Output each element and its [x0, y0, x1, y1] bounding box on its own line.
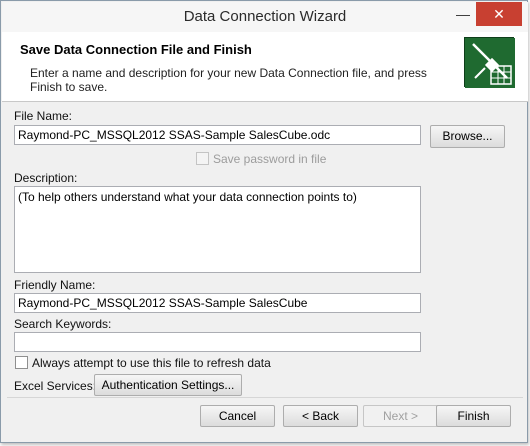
close-icon[interactable]: ✕ [476, 2, 522, 26]
data-connection-wizard-dialog: Data Connection Wizard — ✕ Save Data Con… [0, 0, 528, 443]
footer-divider [7, 397, 523, 398]
save-password-label: Save password in file [213, 152, 327, 166]
excel-services-label: Excel Services: [14, 379, 97, 393]
browse-button[interactable]: Browse... [430, 125, 505, 148]
description-label: Description: [14, 171, 78, 185]
friendly-name-label: Friendly Name: [14, 278, 96, 292]
search-keywords-input[interactable] [14, 332, 421, 352]
data-connection-wizard-icon [464, 37, 515, 88]
always-refresh-label: Always attempt to use this file to refre… [32, 356, 271, 370]
authentication-settings-button[interactable]: Authentication Settings... [94, 374, 242, 396]
title-bar: Data Connection Wizard — ✕ [2, 2, 528, 32]
back-button[interactable]: < Back [283, 405, 358, 427]
save-password-checkbox[interactable] [196, 152, 209, 165]
cancel-button[interactable]: Cancel [200, 405, 275, 427]
file-name-input[interactable]: Raymond-PC_MSSQL2012 SSAS-Sample SalesCu… [14, 125, 421, 145]
description-textarea[interactable]: (To help others understand what your dat… [14, 186, 421, 273]
search-keywords-label: Search Keywords: [14, 317, 112, 331]
wizard-header: Save Data Connection File and Finish Ent… [2, 32, 528, 102]
header-title: Save Data Connection File and Finish [20, 42, 252, 57]
minimize-icon[interactable]: — [450, 2, 476, 26]
header-description: Enter a name and description for your ne… [30, 66, 427, 94]
next-button[interactable]: Next > [363, 405, 438, 427]
friendly-name-input[interactable]: Raymond-PC_MSSQL2012 SSAS-Sample SalesCu… [14, 293, 421, 313]
finish-button[interactable]: Finish [436, 405, 511, 427]
always-refresh-checkbox[interactable] [15, 356, 28, 369]
file-name-label: File Name: [14, 109, 73, 123]
